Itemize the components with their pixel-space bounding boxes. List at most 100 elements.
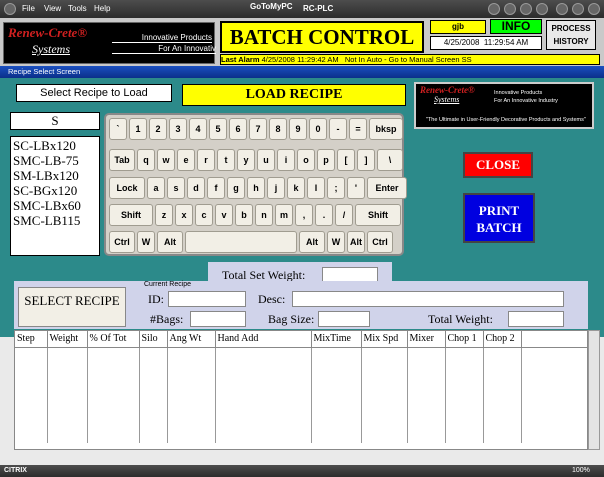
recipe-list-item[interactable]: SMC-LBx60 (13, 198, 97, 213)
keyboard-key[interactable]: Alt (157, 231, 183, 253)
select-recipe-button[interactable]: SELECT RECIPE (18, 287, 126, 327)
keyboard-key[interactable]: W (327, 231, 345, 253)
app-menu-icon[interactable] (4, 3, 16, 15)
keyboard-key[interactable]: Tab (109, 149, 135, 171)
keyboard-key[interactable]: f (207, 177, 225, 199)
keyboard-key[interactable]: 6 (229, 118, 247, 140)
sound-icon[interactable] (504, 3, 516, 15)
column-header[interactable]: Step (15, 331, 48, 348)
keyboard-key[interactable]: d (187, 177, 205, 199)
keyboard-key[interactable]: p (317, 149, 335, 171)
close-button[interactable]: CLOSE (463, 152, 533, 178)
keyboard-key[interactable]: j (267, 177, 285, 199)
desc-field[interactable] (292, 291, 564, 307)
keyboard-key[interactable]: 4 (189, 118, 207, 140)
keyboard-key[interactable]: a (147, 177, 165, 199)
bags-field[interactable] (190, 311, 246, 327)
table-row[interactable] (15, 379, 587, 395)
column-header[interactable]: Hand Add (215, 331, 312, 348)
keyboard-key[interactable]: t (217, 149, 235, 171)
keyboard-key[interactable]: Alt (347, 231, 365, 253)
table-row[interactable] (15, 395, 587, 411)
keyboard-key[interactable]: 1 (129, 118, 147, 140)
keyboard-icon[interactable] (536, 3, 548, 15)
keyboard-key[interactable]: o (297, 149, 315, 171)
keyboard-key[interactable]: k (287, 177, 305, 199)
keyboard-key[interactable]: w (157, 149, 175, 171)
menu-tools[interactable]: Tools (68, 4, 87, 13)
keyboard-key[interactable]: . (315, 204, 333, 226)
close-window-icon[interactable] (588, 3, 600, 15)
menu-view[interactable]: View (44, 4, 61, 13)
recipe-list-item[interactable]: SM-LBx120 (13, 168, 97, 183)
keyboard-key[interactable]: Ctrl (367, 231, 393, 253)
keyboard-key[interactable]: Shift (355, 204, 401, 226)
column-header[interactable]: Chop 1 (445, 331, 484, 348)
keyboard-key[interactable]: x (175, 204, 193, 226)
column-header[interactable]: Chop 2 (483, 331, 522, 348)
table-scrollbar[interactable] (588, 330, 600, 450)
keyboard-key[interactable]: 0 (309, 118, 327, 140)
menu-file[interactable]: File (22, 4, 35, 13)
keyboard-key[interactable]: [ (337, 149, 355, 171)
recipe-filter-input[interactable]: S (10, 112, 100, 130)
keyboard-key[interactable]: bksp (369, 118, 403, 140)
recipe-steps-table[interactable]: Step Weight % Of Tot Silo Ang Wt Hand Ad… (14, 330, 588, 450)
keyboard-key[interactable]: q (137, 149, 155, 171)
column-header[interactable]: MixTime (311, 331, 362, 348)
keyboard-key[interactable]: v (215, 204, 233, 226)
bag-size-field[interactable] (318, 311, 370, 327)
keyboard-key[interactable]: s (167, 177, 185, 199)
keyboard-key[interactable]: Ctrl (109, 231, 135, 253)
id-field[interactable] (168, 291, 246, 307)
recipe-list-item[interactable]: SC-BGx120 (13, 183, 97, 198)
keyboard-key[interactable]: ` (109, 118, 127, 140)
keyboard-key[interactable]: , (295, 204, 313, 226)
load-recipe-button[interactable]: LOAD RECIPE (182, 84, 406, 106)
minimize-icon[interactable] (556, 3, 568, 15)
keyboard-key[interactable]: ; (327, 177, 345, 199)
table-row[interactable] (15, 363, 587, 379)
column-header[interactable]: Mixer (407, 331, 446, 348)
table-row[interactable] (15, 427, 587, 443)
lock-icon[interactable] (520, 3, 532, 15)
total-set-weight-field[interactable] (322, 267, 378, 282)
keyboard-key[interactable]: h (247, 177, 265, 199)
table-row[interactable] (15, 347, 587, 363)
keyboard-key[interactable]: Lock (109, 177, 145, 199)
total-weight-field[interactable] (508, 311, 564, 327)
keyboard-key[interactable]: Alt (299, 231, 325, 253)
keyboard-key[interactable]: e (177, 149, 195, 171)
keyboard-key[interactable]: ] (357, 149, 375, 171)
recipe-list[interactable]: SC-LBx120 SMC-LB-75 SM-LBx120 SC-BGx120 … (10, 136, 100, 256)
spacebar-key[interactable] (185, 231, 297, 253)
keyboard-key[interactable]: Shift (109, 204, 153, 226)
keyboard-key[interactable]: z (155, 204, 173, 226)
recipe-list-item[interactable]: SC-LBx120 (13, 138, 97, 153)
keyboard-key[interactable]: 3 (169, 118, 187, 140)
column-header[interactable]: Silo (139, 331, 168, 348)
keyboard-key[interactable]: n (255, 204, 273, 226)
column-header[interactable]: Weight (47, 331, 88, 348)
menu-help[interactable]: Help (94, 4, 110, 13)
keyboard-key[interactable]: b (235, 204, 253, 226)
keyboard-key[interactable]: W (137, 231, 155, 253)
keyboard-key[interactable]: \ (377, 149, 403, 171)
keyboard-key[interactable]: i (277, 149, 295, 171)
keyboard-key[interactable]: m (275, 204, 293, 226)
column-header[interactable]: % Of Tot (87, 331, 140, 348)
keyboard-key[interactable]: 8 (269, 118, 287, 140)
keyboard-key[interactable]: u (257, 149, 275, 171)
print-batch-button[interactable]: PRINT BATCH (463, 193, 535, 243)
keyboard-key[interactable]: 5 (209, 118, 227, 140)
info-button[interactable]: INFO (490, 19, 542, 34)
keyboard-key[interactable]: 9 (289, 118, 307, 140)
keyboard-key[interactable]: ' (347, 177, 365, 199)
keyboard-key[interactable]: r (197, 149, 215, 171)
process-history-button[interactable]: PROCESS HISTORY (546, 20, 596, 50)
keyboard-key[interactable]: 7 (249, 118, 267, 140)
keyboard-key[interactable]: y (237, 149, 255, 171)
keyboard-key[interactable]: / (335, 204, 353, 226)
keyboard-key[interactable]: Enter (367, 177, 407, 199)
table-row[interactable] (15, 411, 587, 427)
